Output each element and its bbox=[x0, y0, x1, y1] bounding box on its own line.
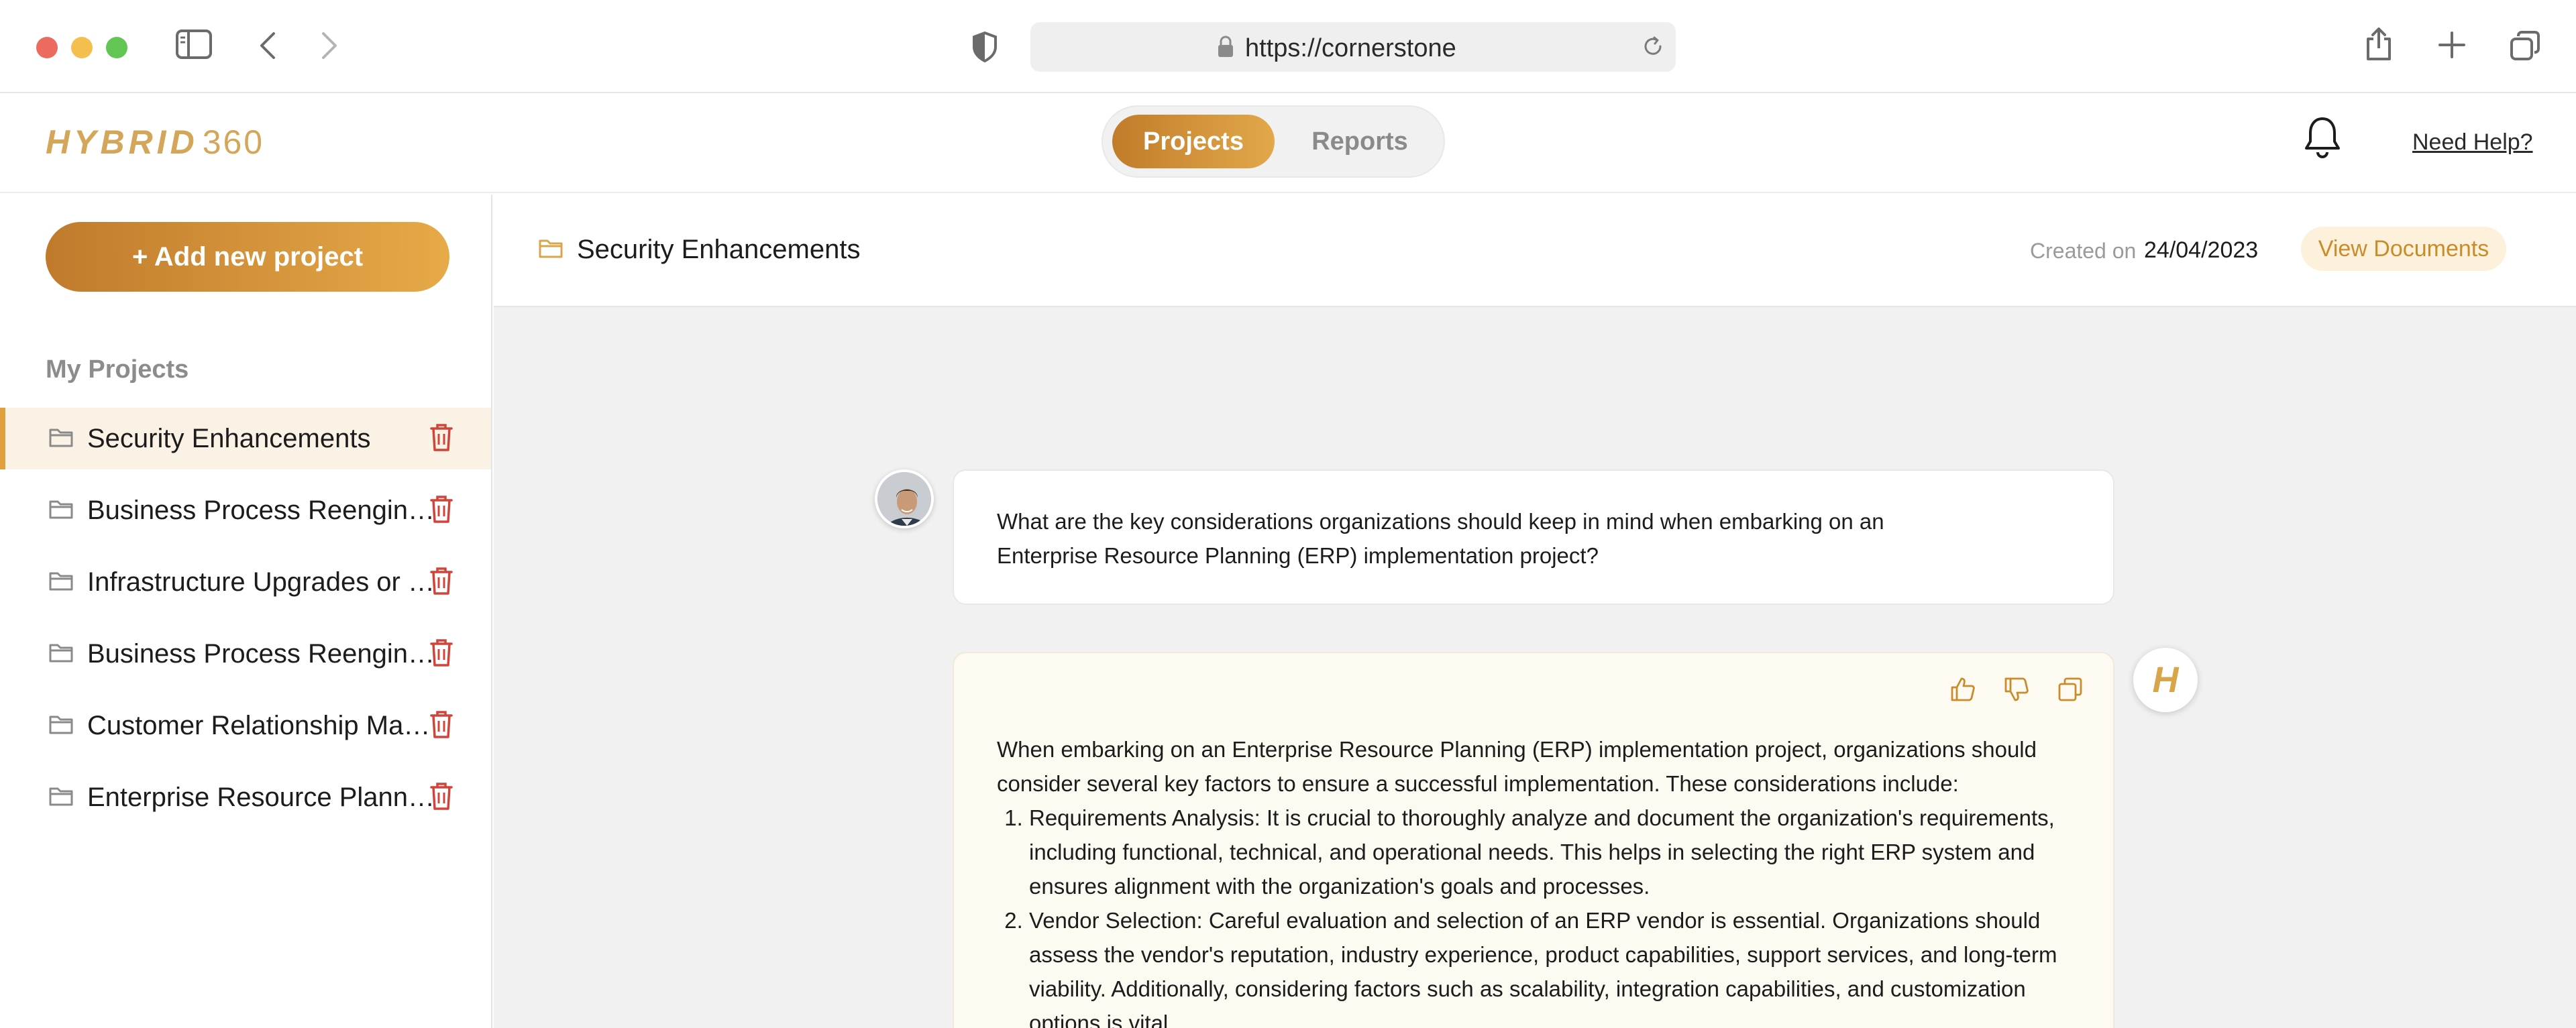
lock-icon bbox=[1217, 36, 1234, 62]
address-bar[interactable]: https://cornerstone bbox=[1030, 22, 1676, 72]
folder-icon bbox=[48, 642, 74, 667]
answer-list: Requirements Analysis: It is crucial to … bbox=[1029, 801, 2077, 1028]
answer-item: Vendor Selection: Careful evaluation and… bbox=[1029, 903, 2077, 1028]
page-title: Security Enhancements bbox=[577, 235, 861, 264]
shield-icon[interactable] bbox=[971, 31, 998, 63]
reload-icon[interactable] bbox=[1641, 34, 1665, 62]
assistant-message-text: When embarking on an Enterprise Resource… bbox=[997, 732, 2077, 1028]
forward-icon[interactable] bbox=[321, 31, 338, 60]
project-label: Business Process Reengineering bbox=[87, 639, 436, 669]
folder-icon bbox=[48, 785, 74, 810]
thumbs-down-icon[interactable] bbox=[2003, 676, 2030, 706]
assistant-avatar: H bbox=[2133, 648, 2198, 712]
close-window-button[interactable] bbox=[36, 37, 58, 58]
project-label: Enterprise Resource Planning bbox=[87, 783, 436, 812]
tab-projects[interactable]: Projects bbox=[1112, 115, 1275, 168]
user-message-text: What are the key considerations organiza… bbox=[997, 509, 1884, 568]
need-help-link[interactable]: Need Help? bbox=[2412, 129, 2533, 156]
logo-text: HYBRID bbox=[46, 123, 199, 161]
project-header: Security Enhancements Created on 24/04/2… bbox=[494, 194, 2576, 307]
avatar bbox=[875, 469, 934, 528]
copy-icon[interactable] bbox=[2057, 676, 2084, 706]
trash-icon[interactable] bbox=[429, 781, 453, 814]
sidebar-toggle-icon[interactable] bbox=[176, 30, 212, 59]
share-icon[interactable] bbox=[2364, 27, 2394, 62]
logo[interactable]: HYBRID 360 bbox=[46, 123, 264, 162]
maximize-window-button[interactable] bbox=[106, 37, 127, 58]
folder-icon bbox=[48, 426, 74, 451]
created-on-label: Created on bbox=[2030, 239, 2137, 263]
new-tab-icon[interactable] bbox=[2438, 31, 2466, 59]
trash-icon[interactable] bbox=[429, 422, 453, 455]
add-new-project-button[interactable]: + Add new project bbox=[46, 222, 449, 292]
sidebar-item-infrastructure-upgrades[interactable]: Infrastructure Upgrades or Migrations bbox=[0, 551, 491, 613]
trash-icon[interactable] bbox=[429, 709, 453, 742]
app-header: HYBRID 360 Projects Reports Need Help? bbox=[0, 95, 2576, 193]
project-label: Security Enhancements bbox=[87, 424, 371, 453]
folder-icon bbox=[48, 498, 74, 523]
tab-overview-icon[interactable] bbox=[2509, 30, 2541, 62]
created-date: 24/04/2023 bbox=[2144, 237, 2259, 263]
tab-reports[interactable]: Reports bbox=[1283, 115, 1437, 168]
project-label: Business Process Reengineering bbox=[87, 496, 436, 525]
sidebar: + Add new project My Projects Security E… bbox=[0, 194, 492, 1028]
assistant-message-card: When embarking on an Enterprise Resource… bbox=[953, 652, 2114, 1028]
sidebar-item-business-process-1[interactable]: Business Process Reengineering bbox=[0, 479, 491, 541]
trash-icon[interactable] bbox=[429, 494, 453, 527]
sidebar-item-security-enhancements[interactable]: Security Enhancements bbox=[0, 408, 491, 469]
message-actions bbox=[1949, 676, 2084, 706]
nav-segmented-control: Projects Reports bbox=[1102, 105, 1445, 178]
url-text: https://cornerstone bbox=[1245, 34, 1456, 62]
browser-toolbar: https://cornerstone bbox=[0, 0, 2576, 93]
user-message-card: What are the key considerations organiza… bbox=[953, 469, 2114, 605]
bell-icon[interactable] bbox=[2302, 115, 2343, 164]
my-projects-heading: My Projects bbox=[46, 355, 189, 384]
answer-item: Requirements Analysis: It is crucial to … bbox=[1029, 801, 2077, 903]
thumbs-up-icon[interactable] bbox=[1949, 676, 1976, 706]
project-label: Customer Relationship Management bbox=[87, 711, 436, 740]
minimize-window-button[interactable] bbox=[71, 37, 93, 58]
sidebar-item-business-process-2[interactable]: Business Process Reengineering bbox=[0, 623, 491, 685]
folder-icon bbox=[48, 713, 74, 738]
logo-number: 360 bbox=[202, 123, 265, 161]
trash-icon[interactable] bbox=[429, 566, 453, 599]
project-label: Infrastructure Upgrades or Migrations bbox=[87, 567, 436, 597]
sidebar-item-customer-relationship[interactable]: Customer Relationship Management bbox=[0, 695, 491, 756]
sidebar-item-enterprise-resource[interactable]: Enterprise Resource Planning bbox=[0, 766, 491, 828]
view-documents-button[interactable]: View Documents bbox=[2301, 227, 2506, 271]
folder-icon bbox=[48, 570, 74, 595]
folder-icon bbox=[538, 237, 564, 262]
answer-intro: When embarking on an Enterprise Resource… bbox=[997, 737, 2037, 796]
back-icon[interactable] bbox=[259, 31, 276, 60]
trash-icon[interactable] bbox=[429, 638, 453, 671]
